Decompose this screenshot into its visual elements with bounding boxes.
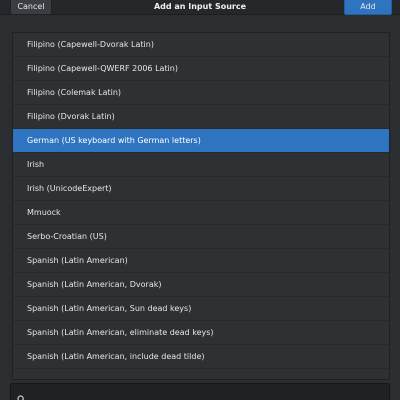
dialog-title: Add an Input Source: [153, 2, 247, 11]
list-item[interactable]: Filipino (Colemak Latin): [13, 81, 389, 105]
list-item[interactable]: German (US keyboard with German letters): [13, 129, 389, 153]
list-item[interactable]: Irish: [13, 153, 389, 177]
cancel-button[interactable]: Cancel: [10, 0, 52, 15]
add-input-source-dialog: Cancel Add an Input Source Add Filipino …: [0, 0, 400, 400]
list-item[interactable]: Filipino (Dvorak Latin): [13, 105, 389, 129]
list-item[interactable]: Spanish (Latin American, include dead ti…: [13, 345, 389, 369]
list-item[interactable]: Filipino (Capewell-Dvorak Latin): [13, 33, 389, 57]
list-item[interactable]: Serbo-Croatian (US): [13, 225, 389, 249]
add-button[interactable]: Add: [344, 0, 392, 15]
list-item[interactable]: Spanish (Latin American): [13, 249, 389, 273]
list-item[interactable]: Filipino (Capewell-QWERF 2006 Latin): [13, 57, 389, 81]
search-input[interactable]: [31, 386, 385, 400]
dialog-header: Cancel Add an Input Source Add: [0, 0, 400, 15]
list-item[interactable]: Spanish (Latin American, Sun dead keys): [13, 297, 389, 321]
input-source-list[interactable]: Filipino (Capewell-Dvorak Latin) Filipin…: [12, 32, 390, 380]
list-item[interactable]: Spanish (Latin American, Dvorak): [13, 273, 389, 297]
list-item[interactable]: Mmuock: [13, 201, 389, 225]
search-icon: [17, 389, 26, 400]
list-item[interactable]: Irish (UnicodeExpert): [13, 177, 389, 201]
search-bar[interactable]: [10, 383, 390, 400]
list-item[interactable]: Spanish (Latin American, eliminate dead …: [13, 321, 389, 345]
